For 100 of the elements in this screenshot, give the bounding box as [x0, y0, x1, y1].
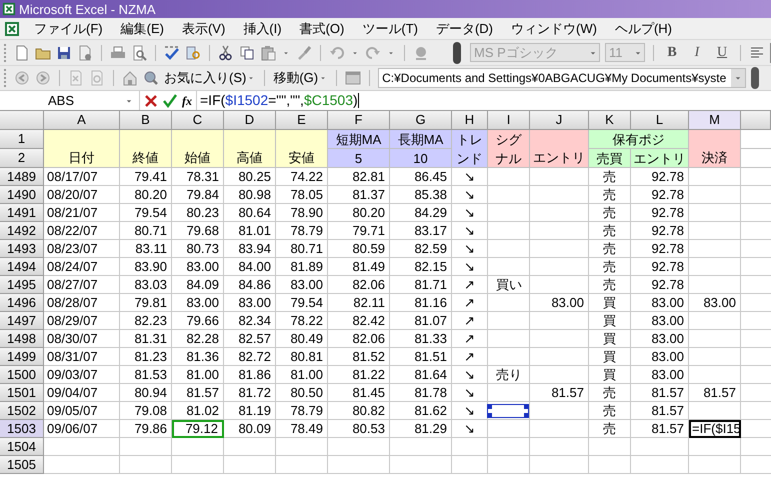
- table-cell[interactable]: 売: [589, 186, 631, 204]
- table-cell[interactable]: 81.78: [390, 384, 452, 402]
- table-cell[interactable]: 92.78: [631, 276, 689, 294]
- row-header[interactable]: 1491: [0, 204, 44, 222]
- column-header[interactable]: D: [224, 111, 276, 130]
- table-cell[interactable]: 売: [589, 258, 631, 276]
- table-cell[interactable]: 82.81: [328, 168, 390, 186]
- table-cell[interactable]: 81.00: [172, 366, 224, 384]
- column-header[interactable]: G: [390, 111, 452, 130]
- table-cell[interactable]: 81.37: [328, 186, 390, 204]
- row-header[interactable]: 1502: [0, 402, 44, 420]
- name-box[interactable]: ABS: [0, 91, 140, 110]
- table-cell[interactable]: 売: [589, 276, 631, 294]
- table-cell[interactable]: 売: [589, 168, 631, 186]
- table-cell[interactable]: 82.06: [328, 330, 390, 348]
- table-cell[interactable]: 81.02: [172, 402, 224, 420]
- column-header[interactable]: F: [328, 111, 390, 130]
- table-cell[interactable]: 81.33: [390, 330, 452, 348]
- table-cell[interactable]: 08/31/07: [44, 348, 120, 366]
- table-cell[interactable]: 82.15: [390, 258, 452, 276]
- table-cell[interactable]: 81.19: [224, 402, 276, 420]
- table-cell[interactable]: 78.31: [172, 168, 224, 186]
- table-cell[interactable]: 09/04/07: [44, 384, 120, 402]
- table-cell[interactable]: 82.42: [328, 312, 390, 330]
- table-cell[interactable]: ↘: [452, 186, 488, 204]
- column-header[interactable]: C: [172, 111, 224, 130]
- column-header[interactable]: E: [276, 111, 328, 130]
- table-cell[interactable]: 80.71: [120, 222, 172, 240]
- table-cell[interactable]: 売: [589, 420, 631, 438]
- table-cell[interactable]: 買: [589, 312, 631, 330]
- insert-function-button[interactable]: fx: [182, 92, 192, 110]
- table-cell[interactable]: 80.98: [224, 186, 276, 204]
- menu-item[interactable]: ウィンドウ(W): [503, 18, 605, 38]
- favorites-menu[interactable]: お気に入り(S): [164, 68, 256, 88]
- row-header[interactable]: 1496: [0, 294, 44, 312]
- table-cell[interactable]: 80.25: [224, 168, 276, 186]
- table-cell[interactable]: 82.34: [224, 312, 276, 330]
- table-cell[interactable]: ↘: [452, 420, 488, 438]
- table-cell[interactable]: 80.59: [328, 240, 390, 258]
- table-cell[interactable]: 80.73: [172, 240, 224, 258]
- table-cell[interactable]: 09/03/07: [44, 366, 120, 384]
- table-cell[interactable]: 79.68: [172, 222, 224, 240]
- table-cell[interactable]: ↗: [452, 276, 488, 294]
- table-cell[interactable]: 81.45: [328, 384, 390, 402]
- table-cell[interactable]: 79.66: [172, 312, 224, 330]
- table-cell[interactable]: 83.11: [120, 240, 172, 258]
- table-cell[interactable]: 83.00: [631, 294, 689, 312]
- table-cell[interactable]: 81.89: [276, 258, 328, 276]
- table-cell[interactable]: 81.57: [530, 384, 589, 402]
- table-cell[interactable]: 84.00: [224, 258, 276, 276]
- column-header[interactable]: L: [631, 111, 689, 130]
- table-cell[interactable]: 80.50: [276, 384, 328, 402]
- table-cell[interactable]: 81.01: [224, 222, 276, 240]
- table-cell[interactable]: ↗: [452, 294, 488, 312]
- table-cell[interactable]: 83.00: [631, 348, 689, 366]
- row-header[interactable]: 1499: [0, 348, 44, 366]
- go-menu[interactable]: 移動(G): [273, 68, 328, 88]
- italic-button[interactable]: I: [687, 42, 707, 63]
- row-header[interactable]: 1500: [0, 366, 44, 384]
- menu-item[interactable]: ツール(T): [354, 18, 426, 38]
- table-cell[interactable]: 84.29: [390, 204, 452, 222]
- column-header[interactable]: A: [44, 111, 120, 130]
- table-cell[interactable]: 82.23: [120, 312, 172, 330]
- table-cell[interactable]: 81.29: [390, 420, 452, 438]
- table-cell[interactable]: 09/06/07: [44, 420, 120, 438]
- table-cell[interactable]: 81.71: [390, 276, 452, 294]
- table-cell[interactable]: 08/22/07: [44, 222, 120, 240]
- table-cell[interactable]: 売り: [488, 366, 530, 384]
- table-cell[interactable]: 08/29/07: [44, 312, 120, 330]
- row-header[interactable]: 1503: [0, 420, 44, 438]
- table-cell[interactable]: 08/20/07: [44, 186, 120, 204]
- table-cell[interactable]: 買: [589, 366, 631, 384]
- table-cell[interactable]: 81.86: [224, 366, 276, 384]
- table-cell[interactable]: 74.22: [276, 168, 328, 186]
- table-cell[interactable]: 78.79: [276, 222, 328, 240]
- table-cell[interactable]: 81.57: [631, 402, 689, 420]
- table-cell[interactable]: 84.09: [172, 276, 224, 294]
- table-cell[interactable]: 83.00: [276, 276, 328, 294]
- table-cell[interactable]: 83.00: [530, 294, 589, 312]
- table-cell[interactable]: 09/05/07: [44, 402, 120, 420]
- table-cell[interactable]: 79.12: [172, 420, 224, 438]
- table-cell[interactable]: 80.82: [328, 402, 390, 420]
- menu-item[interactable]: データ(D): [428, 18, 502, 38]
- table-cell[interactable]: 92.78: [631, 204, 689, 222]
- column-header[interactable]: B: [120, 111, 172, 130]
- table-cell[interactable]: 売: [589, 222, 631, 240]
- table-cell[interactable]: 80.94: [120, 384, 172, 402]
- row-header[interactable]: 1493: [0, 240, 44, 258]
- menu-item[interactable]: 挿入(I): [235, 18, 290, 38]
- table-cell[interactable]: 79.86: [120, 420, 172, 438]
- table-cell[interactable]: ↘: [452, 366, 488, 384]
- table-cell[interactable]: 92.78: [631, 240, 689, 258]
- row-header[interactable]: 1505: [0, 456, 44, 474]
- table-cell[interactable]: 84.86: [224, 276, 276, 294]
- table-cell[interactable]: 08/17/07: [44, 168, 120, 186]
- row-header[interactable]: 1489: [0, 168, 44, 186]
- table-cell[interactable]: 82.28: [172, 330, 224, 348]
- table-cell[interactable]: 92.78: [631, 168, 689, 186]
- editing-cell[interactable]: =IF($I15: [689, 420, 741, 438]
- table-cell[interactable]: 80.53: [328, 420, 390, 438]
